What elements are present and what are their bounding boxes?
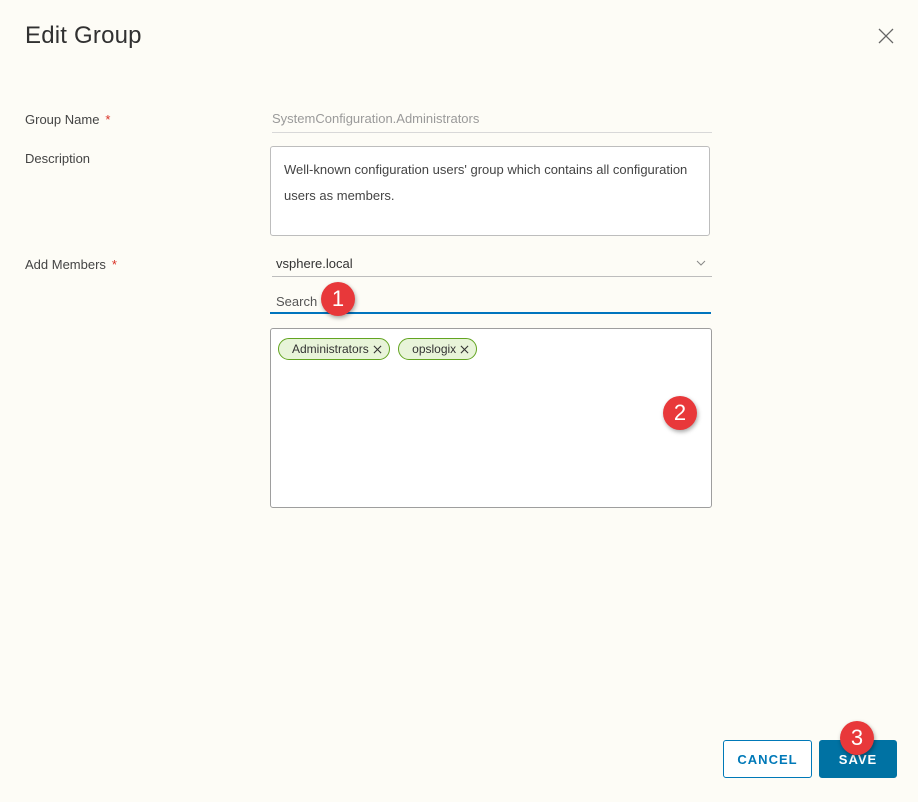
add-members-label-text: Add Members (25, 257, 106, 272)
close-icon[interactable] (460, 345, 469, 354)
group-name-label: Group Name * (25, 112, 110, 127)
member-chip: Administrators (278, 338, 390, 360)
callout-badge: 1 (321, 282, 355, 316)
members-box[interactable]: Administrators opslogix (270, 328, 712, 508)
domain-select[interactable]: vsphere.local (272, 254, 712, 277)
close-icon[interactable] (876, 26, 896, 46)
member-chip-label: opslogix (412, 342, 457, 356)
group-name-field: SystemConfiguration.Administrators (272, 111, 712, 133)
chevron-down-icon (696, 260, 706, 266)
required-mark: * (111, 257, 117, 272)
cancel-button[interactable]: CANCEL (723, 740, 812, 778)
required-mark: * (105, 112, 111, 127)
close-icon[interactable] (373, 345, 382, 354)
member-chip-label: Administrators (292, 342, 369, 356)
description-textarea[interactable]: Well-known configuration users' group wh… (270, 146, 710, 236)
dialog-title: Edit Group (25, 22, 142, 49)
callout-badge: 2 (663, 396, 697, 430)
domain-select-value: vsphere.local (276, 256, 353, 271)
callout-badge: 3 (840, 721, 874, 755)
description-label: Description (25, 151, 91, 166)
group-name-label-text: Group Name (25, 112, 100, 127)
member-chip: opslogix (398, 338, 478, 360)
add-members-label: Add Members * (25, 257, 117, 272)
